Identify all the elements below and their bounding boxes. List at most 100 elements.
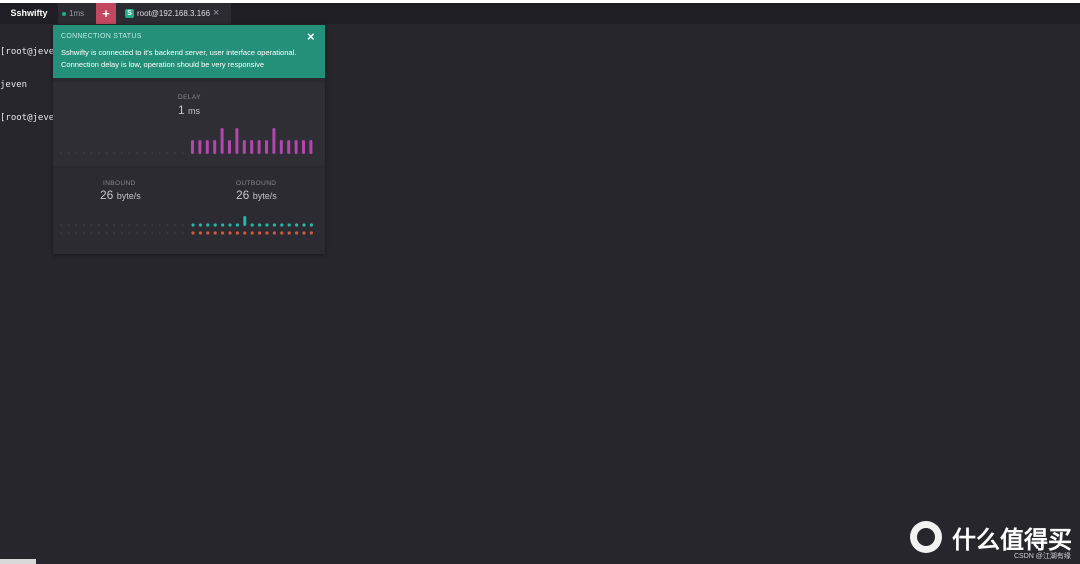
history-placeholder-dot [166,152,169,154]
history-placeholder-dot [113,232,115,234]
terminal-line: [root@jeve [0,113,55,123]
history-placeholder-dot [98,152,100,154]
delay-bar [191,140,194,154]
history-placeholder-dot [75,152,77,154]
delay-bar [279,140,283,154]
inbound-dot [280,223,284,227]
delay-bar [250,140,254,154]
delay-bar [213,140,217,154]
inbound-dot [213,223,217,227]
history-placeholder-dot [166,224,169,226]
history-placeholder-dot [90,152,93,154]
inbound-dot [287,223,291,227]
history-placeholder-dot [60,224,62,226]
history-placeholder-dot [128,152,131,154]
inbound-dot [206,223,210,227]
panel-message: Sshwifty is connected to it's backend se… [61,47,321,71]
history-placeholder-dot [121,224,123,226]
tab-bar: Sshwifty 1ms + S root@192.168.3.166 × [0,3,1080,24]
inbound-dot [198,223,202,227]
outbound-dot [272,231,276,235]
inbound-dot [295,223,299,227]
history-placeholder-dot [105,152,108,154]
history-placeholder-dot [181,232,184,234]
delay-bar [287,140,291,154]
delay-bar [302,140,305,154]
delay-bar [265,140,268,154]
history-placeholder-dot [136,232,138,234]
inbound-dot [302,223,306,227]
status-message-line: Connection delay is low, operation shoul… [61,60,265,69]
history-placeholder-dot [143,224,146,226]
status-delay-text: 1ms [69,9,85,18]
history-placeholder-dot [67,232,70,234]
outbound-dot [213,231,217,235]
watermark-logo-inner [917,528,935,546]
close-icon[interactable]: × [307,29,315,44]
history-placeholder-dot [151,152,153,154]
inbound-dot [228,223,232,227]
history-placeholder-dot [151,224,153,226]
watermark-brand: 什么值得买 [952,527,1072,554]
history-placeholder-dot [75,224,77,226]
delay-bar [242,140,246,154]
inbound-dot [235,223,239,227]
inbound-dot [258,223,262,227]
inbound-dot [243,216,247,226]
close-tab-icon[interactable]: × [213,3,219,24]
history-placeholder-dot [105,224,108,226]
ssh-icon: S [125,9,134,18]
outbound-dot [243,231,247,235]
session-tab[interactable]: S root@192.168.3.166 × [116,3,231,24]
history-placeholder-dot [174,152,176,154]
outbound-dot [198,231,202,235]
history-placeholder-dot [121,152,123,154]
history-placeholder-dot [159,224,161,226]
history-placeholder-dot [113,152,115,154]
history-placeholder-dot [159,152,161,154]
terminal-output[interactable]: [root@jeve jeven [root@jeve [0,25,54,135]
history-placeholder-dot [128,224,131,226]
history-placeholder-dot [136,224,138,226]
inbound-dot [272,223,276,227]
history-placeholder-dot [90,224,93,226]
history-placeholder-dot [136,152,138,154]
traffic-sparkline [60,216,313,235]
connection-status-panel: CONNECTION STATUS × Sshwifty is connecte… [53,25,325,254]
delay-bar [205,140,209,154]
connection-status-tab[interactable]: 1ms [58,3,96,24]
history-placeholder-dot [67,224,70,226]
history-placeholder-dot [113,224,115,226]
traffic-section: INBOUND 26 byte/s OUTBOUND 26 byte/s [53,168,325,254]
outbound-dot [235,231,239,235]
inbound-dot [191,223,195,227]
outbound-dot [265,231,269,235]
history-placeholder-dot [181,152,184,154]
history-placeholder-dot [105,232,108,234]
inbound-dot [250,223,254,227]
outbound-dot [295,231,299,235]
panel-title: CONNECTION STATUS [61,33,142,40]
delay-sparkline [60,128,313,154]
delay-bar [257,140,261,154]
delay-bar [220,128,224,154]
terminal-line: [root@jeve [0,47,55,57]
history-placeholder-dot [83,224,85,226]
history-placeholder-dot [121,232,123,234]
inbound-dot [265,223,269,227]
history-placeholder-dot [159,232,161,234]
watermark-logo-icon [910,521,942,553]
history-placeholder-dot [83,152,85,154]
delay-bar [294,140,298,154]
add-connection-button[interactable]: + [96,3,116,24]
history-placeholder-dot [174,224,176,226]
history-placeholder-dot [174,232,176,234]
history-placeholder-dot [67,152,70,154]
status-message-line: Sshwifty is connected to it's backend se… [61,48,297,57]
history-placeholder-dot [128,232,131,234]
app-brand[interactable]: Sshwifty [0,3,58,24]
delay-bar [309,140,313,154]
outbound-dot [250,231,254,235]
outbound-dot [280,231,284,235]
history-placeholder-dot [60,232,62,234]
